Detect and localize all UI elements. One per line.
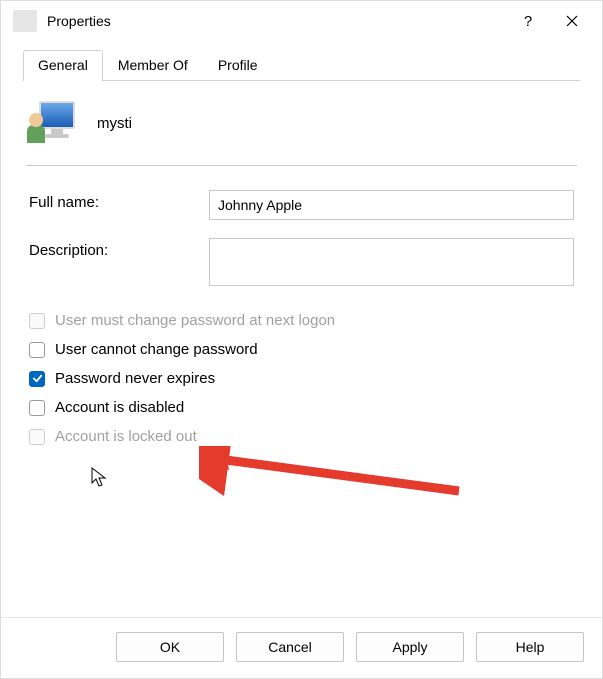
checkmark-icon [32, 373, 43, 384]
full-name-label: Full name: [29, 190, 209, 211]
user-icon [31, 101, 75, 145]
tab-profile[interactable]: Profile [203, 50, 273, 81]
form-rows: Full name: Description: [23, 166, 580, 304]
titlebar: Properties ? [1, 1, 602, 41]
close-icon [566, 15, 578, 27]
description-field[interactable] [209, 238, 574, 286]
full-name-field[interactable] [209, 190, 574, 220]
username-label: mysti [97, 115, 132, 132]
help-dialog-button[interactable]: Help [476, 632, 584, 662]
account-locked-out-label: Account is locked out [55, 428, 197, 445]
properties-window: Properties ? General Member Of Profile m… [0, 0, 603, 679]
cannot-change-password-label: User cannot change password [55, 341, 258, 358]
dialog-content: General Member Of Profile mysti Full nam… [1, 41, 602, 617]
cancel-button[interactable]: Cancel [236, 632, 344, 662]
account-is-disabled-label: Account is disabled [55, 399, 184, 416]
account-locked-out-row: Account is locked out [29, 428, 574, 445]
ok-button[interactable]: OK [116, 632, 224, 662]
window-title: Properties [47, 13, 506, 29]
app-icon [13, 10, 37, 32]
user-summary: mysti [23, 81, 580, 159]
password-never-expires-row[interactable]: Password never expires [29, 370, 574, 387]
mouse-cursor-icon [91, 467, 109, 489]
full-name-row: Full name: [29, 190, 574, 220]
button-bar: OK Cancel Apply Help [1, 617, 602, 678]
help-button[interactable]: ? [506, 5, 550, 37]
tab-strip: General Member Of Profile [23, 49, 580, 81]
description-label: Description: [29, 238, 209, 259]
apply-button[interactable]: Apply [356, 632, 464, 662]
password-never-expires-checkbox[interactable] [29, 371, 45, 387]
account-is-disabled-row[interactable]: Account is disabled [29, 399, 574, 416]
account-locked-out-checkbox [29, 429, 45, 445]
close-button[interactable] [550, 5, 594, 37]
description-row: Description: [29, 238, 574, 286]
account-is-disabled-checkbox[interactable] [29, 400, 45, 416]
tab-member-of[interactable]: Member Of [103, 50, 203, 81]
password-never-expires-label: Password never expires [55, 370, 215, 387]
cannot-change-password-row[interactable]: User cannot change password [29, 341, 574, 358]
must-change-password-row: User must change password at next logon [29, 312, 574, 329]
must-change-password-checkbox [29, 313, 45, 329]
cannot-change-password-checkbox[interactable] [29, 342, 45, 358]
checkbox-group: User must change password at next logon … [23, 304, 580, 457]
must-change-password-label: User must change password at next logon [55, 312, 335, 329]
tab-general[interactable]: General [23, 50, 103, 81]
